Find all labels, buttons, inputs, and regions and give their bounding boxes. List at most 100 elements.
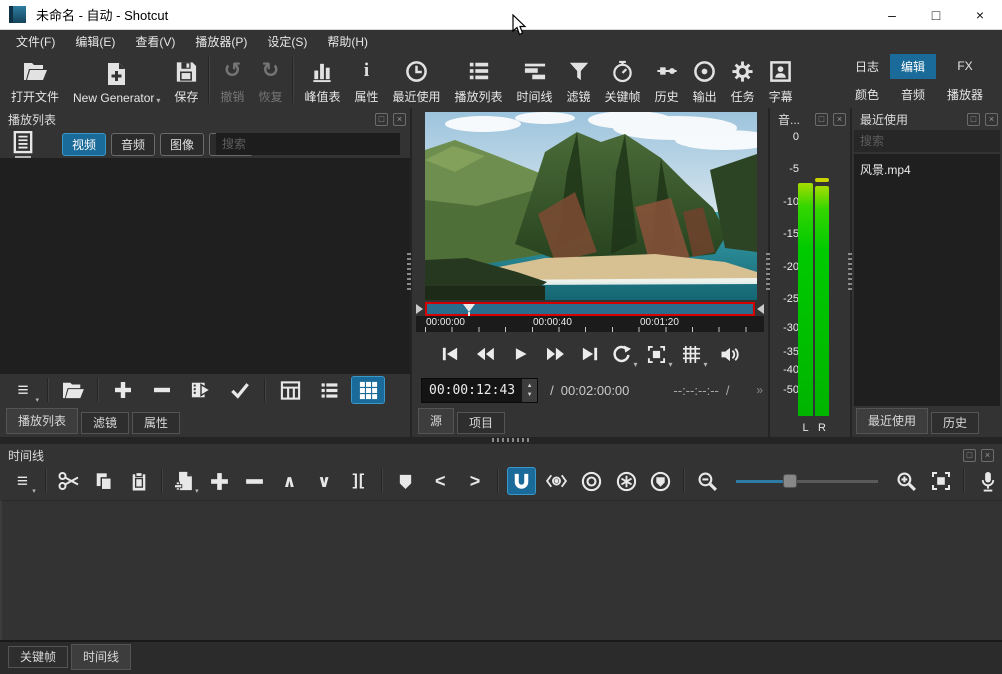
playlist-menu-button[interactable]: ≡▾: [6, 376, 40, 404]
loop-button[interactable]: ▾: [609, 339, 641, 369]
menu-edit[interactable]: 编辑(E): [65, 30, 125, 53]
jobs-button[interactable]: 任务: [724, 55, 762, 105]
playlist-empty-area[interactable]: [0, 158, 410, 374]
view-details-button[interactable]: [273, 376, 307, 404]
ripple-delete-add-button[interactable]: [206, 467, 235, 495]
keyframes-button[interactable]: 关键帧: [598, 55, 648, 105]
tab-source[interactable]: 源: [418, 408, 454, 434]
tab-project[interactable]: 项目: [457, 412, 505, 434]
redo-button[interactable]: ↻ 恢复: [251, 55, 289, 105]
play-button[interactable]: [504, 339, 536, 369]
subtitles-button[interactable]: 字幕: [762, 55, 800, 105]
zoom-out-button[interactable]: [693, 467, 722, 495]
peak-meter-button[interactable]: 峰值表: [297, 55, 347, 105]
record-voiceover-button[interactable]: [973, 467, 1002, 495]
snap-button[interactable]: [507, 467, 536, 495]
close-button[interactable]: ×: [958, 0, 1002, 29]
timeline-zoom-slider[interactable]: [736, 472, 878, 490]
menu-help[interactable]: 帮助(H): [317, 30, 378, 53]
layout-editing[interactable]: 编辑: [890, 54, 936, 79]
next-marker-button[interactable]: >: [461, 467, 490, 495]
out-point-icon[interactable]: [757, 304, 764, 314]
undo-button[interactable]: ↺ 撤销: [213, 55, 251, 105]
close-panel-icon[interactable]: ×: [833, 113, 846, 126]
timeline-track-area[interactable]: [0, 500, 1002, 640]
append-button[interactable]: ▾: [171, 467, 200, 495]
properties-button[interactable]: i 属性: [347, 55, 385, 105]
prev-marker-button[interactable]: <: [426, 467, 455, 495]
timeline-button[interactable]: 时间线: [510, 55, 560, 105]
close-panel-icon[interactable]: ×: [393, 113, 406, 126]
zoom-fit-button[interactable]: ▾: [644, 339, 676, 369]
menu-view[interactable]: 查看(V): [125, 30, 185, 53]
layout-audio[interactable]: 音频: [890, 82, 936, 107]
spin-down-icon[interactable]: ▼: [527, 392, 533, 398]
splitter-handle[interactable]: [848, 253, 852, 291]
layout-logging[interactable]: 日志: [844, 54, 890, 79]
export-button[interactable]: 输出: [686, 55, 724, 105]
ripple-button[interactable]: [577, 467, 606, 495]
scrubber-bar[interactable]: [425, 302, 755, 316]
tab-recent[interactable]: 最近使用: [856, 408, 928, 434]
in-point-icon[interactable]: [416, 304, 423, 314]
playlist-remove-button[interactable]: [145, 376, 179, 404]
playlist-update-button[interactable]: [184, 376, 218, 404]
skip-start-button[interactable]: [434, 339, 466, 369]
minimize-button[interactable]: –: [870, 0, 914, 29]
float-panel-icon[interactable]: □: [375, 113, 388, 126]
new-generator-button[interactable]: New Generator▾: [66, 55, 167, 105]
history-button[interactable]: 历史: [648, 55, 686, 105]
tab-filters[interactable]: 滤镜: [81, 412, 129, 434]
playlist-button[interactable]: 播放列表: [448, 55, 510, 105]
filters-button[interactable]: 滤镜: [560, 55, 598, 105]
float-panel-icon[interactable]: □: [967, 113, 980, 126]
timeline-menu-button[interactable]: ≡▾: [8, 467, 37, 495]
zoom-in-button[interactable]: [892, 467, 921, 495]
tab-timeline[interactable]: 时间线: [71, 644, 131, 670]
playlist-view-button[interactable]: [9, 131, 37, 158]
grid-button[interactable]: ▾: [679, 339, 711, 369]
maximize-button[interactable]: □: [914, 0, 958, 29]
menu-player[interactable]: 播放器(P): [185, 30, 257, 53]
playlist-add-button[interactable]: [106, 376, 140, 404]
ripple-markers-button[interactable]: [647, 467, 676, 495]
layout-fx[interactable]: FX: [936, 55, 994, 77]
spin-up-icon[interactable]: ▲: [527, 383, 533, 389]
menu-file[interactable]: 文件(F): [6, 30, 65, 53]
splitter-handle[interactable]: [407, 253, 411, 291]
filter-video-chip[interactable]: 视频: [62, 133, 106, 156]
marker-button[interactable]: [391, 467, 420, 495]
player-scrubber[interactable]: [416, 302, 764, 316]
copy-button[interactable]: [89, 467, 118, 495]
menu-settings[interactable]: 设定(S): [257, 30, 317, 53]
scrub-while-dragging-button[interactable]: [542, 467, 571, 495]
view-grid-button[interactable]: [351, 376, 385, 404]
splitter-handle[interactable]: [492, 438, 530, 442]
split-button[interactable]: ][: [344, 467, 373, 495]
toolbar-overflow-icon[interactable]: »: [756, 383, 763, 397]
volume-button[interactable]: [714, 339, 746, 369]
tab-history[interactable]: 历史: [931, 412, 979, 434]
recent-search-input[interactable]: [854, 130, 1000, 152]
open-file-button[interactable]: 打开文件: [4, 55, 66, 105]
close-panel-icon[interactable]: ×: [981, 449, 994, 462]
layout-player[interactable]: 播放器: [936, 82, 994, 107]
close-panel-icon[interactable]: ×: [985, 113, 998, 126]
fast-forward-button[interactable]: [539, 339, 571, 369]
tab-keyframes[interactable]: 关键帧: [8, 646, 68, 668]
filter-audio-chip[interactable]: 音频: [111, 133, 155, 156]
float-panel-icon[interactable]: □: [963, 449, 976, 462]
ripple-delete-button[interactable]: [240, 467, 269, 495]
playlist-search-input[interactable]: [216, 133, 400, 155]
tab-properties[interactable]: 属性: [132, 412, 180, 434]
filter-image-chip[interactable]: 图像: [160, 133, 204, 156]
playlist-open-button[interactable]: [56, 376, 90, 404]
lift-button[interactable]: ∧: [275, 467, 304, 495]
view-list-button[interactable]: [312, 376, 346, 404]
recent-button[interactable]: 最近使用: [385, 55, 447, 105]
zoom-fit-timeline-button[interactable]: [927, 467, 956, 495]
save-button[interactable]: 保存: [167, 55, 205, 105]
overwrite-button[interactable]: ∨: [310, 467, 339, 495]
paste-button[interactable]: [124, 467, 153, 495]
skip-end-button[interactable]: [574, 339, 606, 369]
